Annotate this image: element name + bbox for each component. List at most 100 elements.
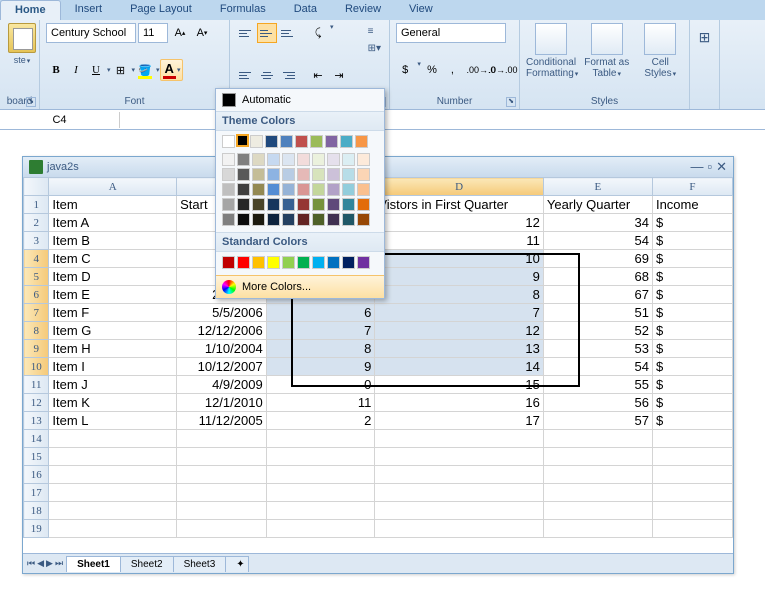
standard-color-swatch[interactable] bbox=[252, 256, 265, 269]
standard-color-swatch[interactable] bbox=[327, 256, 340, 269]
font-size-combo[interactable] bbox=[138, 23, 168, 43]
cell[interactable]: 57 bbox=[543, 412, 652, 430]
cell[interactable]: 68 bbox=[543, 268, 652, 286]
theme-color-swatch[interactable] bbox=[236, 134, 249, 147]
theme-shade-swatch[interactable] bbox=[282, 198, 295, 211]
theme-shade-swatch[interactable] bbox=[297, 183, 310, 196]
cell[interactable]: 53 bbox=[543, 340, 652, 358]
theme-color-swatch[interactable] bbox=[355, 135, 368, 148]
theme-shade-swatch[interactable] bbox=[222, 168, 235, 181]
theme-shade-swatch[interactable] bbox=[327, 213, 340, 226]
cell[interactable]: Item G bbox=[49, 322, 177, 340]
cell[interactable]: 8 bbox=[266, 340, 375, 358]
row-header-5[interactable]: 5 bbox=[24, 268, 49, 286]
col-header-F[interactable]: F bbox=[652, 178, 732, 196]
theme-shade-swatch[interactable] bbox=[252, 168, 265, 181]
cell[interactable]: 1/10/2004 bbox=[177, 340, 267, 358]
cell[interactable] bbox=[375, 502, 544, 520]
cell[interactable]: $ bbox=[652, 214, 732, 232]
theme-color-swatch[interactable] bbox=[265, 135, 278, 148]
cell[interactable]: Item F bbox=[49, 304, 177, 322]
theme-shade-swatch[interactable] bbox=[327, 183, 340, 196]
number-dialog-launcher[interactable]: ⬊ bbox=[506, 97, 516, 107]
theme-shade-swatch[interactable] bbox=[282, 213, 295, 226]
increase-indent-button[interactable]: ⇥ bbox=[329, 66, 349, 86]
row-header-4[interactable]: 4 bbox=[24, 250, 49, 268]
theme-shade-swatch[interactable] bbox=[252, 183, 265, 196]
cell-styles-button[interactable]: Cell Styles▾ bbox=[638, 23, 684, 79]
tab-page-layout[interactable]: Page Layout bbox=[116, 0, 206, 20]
insert-cells-icon[interactable]: ⊞ bbox=[696, 29, 713, 46]
bold-button[interactable]: B bbox=[46, 60, 66, 80]
cell[interactable]: 56 bbox=[543, 394, 652, 412]
theme-shade-swatch[interactable] bbox=[342, 168, 355, 181]
name-box[interactable]: C4 bbox=[0, 112, 120, 128]
cell[interactable] bbox=[266, 520, 375, 538]
theme-shade-swatch[interactable] bbox=[297, 168, 310, 181]
theme-shade-swatch[interactable] bbox=[297, 213, 310, 226]
standard-color-swatch[interactable] bbox=[297, 256, 310, 269]
cell[interactable] bbox=[177, 448, 267, 466]
standard-color-swatch[interactable] bbox=[282, 256, 295, 269]
theme-shade-swatch[interactable] bbox=[222, 153, 235, 166]
cell[interactable]: 12 bbox=[375, 322, 544, 340]
cell[interactable]: 15 bbox=[375, 376, 544, 394]
theme-shade-swatch[interactable] bbox=[342, 213, 355, 226]
row-header-17[interactable]: 17 bbox=[24, 484, 49, 502]
cell-header[interactable]: Income bbox=[652, 196, 732, 214]
align-left-button[interactable] bbox=[236, 66, 256, 86]
row-header-19[interactable]: 19 bbox=[24, 520, 49, 538]
more-colors-item[interactable]: More Colors... bbox=[216, 275, 384, 298]
cell[interactable]: 12/1/2010 bbox=[177, 394, 267, 412]
cell[interactable]: 6 bbox=[266, 304, 375, 322]
theme-shade-swatch[interactable] bbox=[282, 183, 295, 196]
comma-button[interactable]: , bbox=[443, 60, 461, 80]
cell[interactable]: 12 bbox=[375, 214, 544, 232]
theme-shade-swatch[interactable] bbox=[327, 198, 340, 211]
cell[interactable]: 67 bbox=[543, 286, 652, 304]
cell[interactable]: 9 bbox=[266, 358, 375, 376]
row-header-9[interactable]: 9 bbox=[24, 340, 49, 358]
theme-shade-swatch[interactable] bbox=[312, 153, 325, 166]
cell[interactable] bbox=[652, 502, 732, 520]
cell[interactable] bbox=[266, 448, 375, 466]
col-header-D[interactable]: D bbox=[375, 178, 544, 196]
cell[interactable] bbox=[652, 466, 732, 484]
theme-shade-swatch[interactable] bbox=[237, 153, 250, 166]
cell[interactable]: Item E bbox=[49, 286, 177, 304]
theme-shade-swatch[interactable] bbox=[327, 153, 340, 166]
cell[interactable]: 55 bbox=[543, 376, 652, 394]
cell[interactable]: Item J bbox=[49, 376, 177, 394]
paste-button[interactable]: ste▾ bbox=[6, 23, 38, 65]
cell[interactable]: 13 bbox=[375, 340, 544, 358]
cell[interactable]: 8 bbox=[375, 286, 544, 304]
merge-button[interactable]: ⊞▾ bbox=[368, 43, 381, 54]
col-header-A[interactable]: A bbox=[49, 178, 177, 196]
cell[interactable]: Item I bbox=[49, 358, 177, 376]
cell[interactable]: 0 bbox=[266, 376, 375, 394]
theme-color-swatch[interactable] bbox=[280, 135, 293, 148]
cell[interactable] bbox=[49, 466, 177, 484]
cell[interactable] bbox=[543, 484, 652, 502]
theme-shade-swatch[interactable] bbox=[252, 198, 265, 211]
cell[interactable] bbox=[543, 520, 652, 538]
theme-color-swatch[interactable] bbox=[310, 135, 323, 148]
orientation-button[interactable]: ⤹ bbox=[308, 23, 328, 43]
row-header-13[interactable]: 13 bbox=[24, 412, 49, 430]
restore-button[interactable]: ▫ bbox=[707, 159, 712, 175]
cell[interactable]: 12/12/2006 bbox=[177, 322, 267, 340]
theme-shade-swatch[interactable] bbox=[357, 168, 370, 181]
cell[interactable] bbox=[375, 466, 544, 484]
font-name-combo[interactable] bbox=[46, 23, 136, 43]
cell[interactable]: 11/12/2005 bbox=[177, 412, 267, 430]
sheet-tab-1[interactable]: Sheet1 bbox=[66, 556, 121, 572]
cell[interactable] bbox=[177, 430, 267, 448]
theme-shade-swatch[interactable] bbox=[237, 168, 250, 181]
cell-header[interactable]: Yearly Quarter bbox=[543, 196, 652, 214]
cell[interactable]: 5/5/2006 bbox=[177, 304, 267, 322]
cell[interactable] bbox=[543, 502, 652, 520]
currency-button[interactable]: $ bbox=[396, 60, 414, 80]
cell[interactable]: $ bbox=[652, 232, 732, 250]
row-header-2[interactable]: 2 bbox=[24, 214, 49, 232]
row-header-3[interactable]: 3 bbox=[24, 232, 49, 250]
